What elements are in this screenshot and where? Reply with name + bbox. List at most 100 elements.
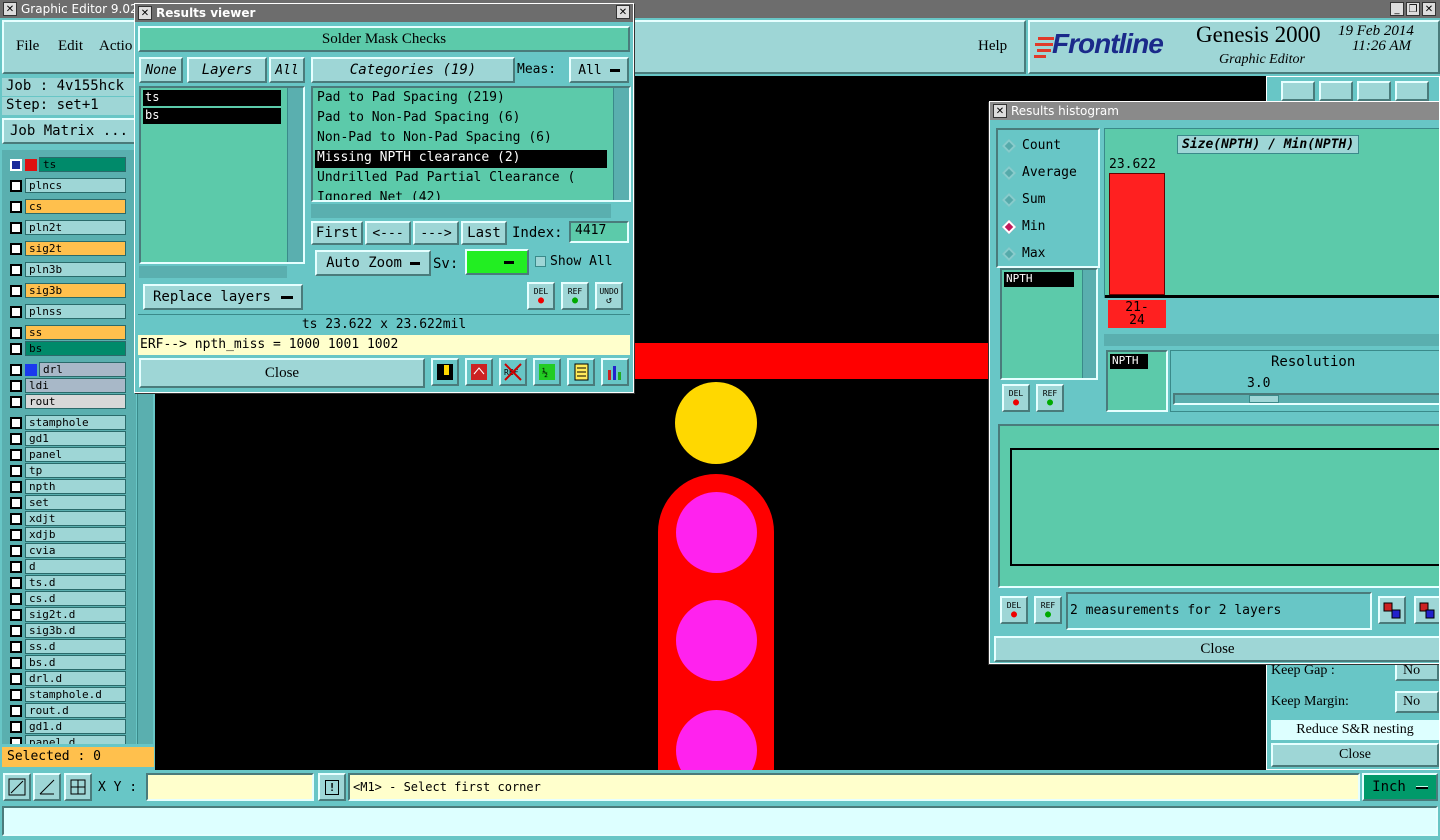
command-line[interactable]: [2, 806, 1438, 836]
chart-hscroll[interactable]: [1104, 334, 1439, 346]
layer-checkbox[interactable]: [10, 656, 22, 669]
result-layer-ts[interactable]: ts: [143, 90, 281, 106]
layer-checkbox[interactable]: [10, 342, 22, 355]
layer-row-sig2t[interactable]: sig2t: [10, 241, 126, 256]
category-item[interactable]: Missing NPTH clearance (2): [315, 150, 607, 168]
mode-radio-max[interactable]: Max: [998, 240, 1098, 267]
next-button[interactable]: --->: [413, 221, 459, 245]
export-icon-button[interactable]: [1378, 596, 1406, 624]
layer-row-ts[interactable]: ts: [10, 157, 126, 172]
hist-del-button[interactable]: DEL ●: [1002, 384, 1030, 412]
layer-row-drl-d[interactable]: drl.d: [10, 671, 126, 686]
ref-cancel-icon[interactable]: REF: [499, 358, 527, 386]
viewer-menu-icon[interactable]: ✕: [138, 6, 152, 20]
mode-radio-count[interactable]: Count: [998, 132, 1098, 159]
close-window-icon[interactable]: ✕: [1422, 2, 1436, 16]
keep-gap-dropdown[interactable]: No: [1395, 661, 1439, 681]
layer-row-pln2t[interactable]: pln2t: [10, 220, 126, 235]
category-item[interactable]: Pad to Non-Pad Spacing (6): [315, 110, 607, 128]
mode-radio-min[interactable]: Min: [998, 213, 1098, 240]
layer-listbox-scrollbar[interactable]: [287, 88, 303, 262]
layer-checkbox[interactable]: [10, 720, 22, 733]
export-icon-button-2[interactable]: [1414, 596, 1439, 624]
bar-chart-icon[interactable]: [601, 358, 629, 386]
layer-checkbox[interactable]: [10, 242, 22, 255]
units-dropdown[interactable]: Inch: [1362, 773, 1438, 801]
layer-checkbox[interactable]: [10, 305, 22, 318]
layer-row-sig3b[interactable]: sig3b: [10, 283, 126, 298]
layer-checkbox[interactable]: [10, 496, 22, 509]
layer-row-plnss[interactable]: plnss: [10, 304, 126, 319]
prev-button[interactable]: <---: [365, 221, 411, 245]
layer-row-set[interactable]: set: [10, 495, 126, 510]
category-item[interactable]: Undrilled Pad Partial Clearance (: [315, 170, 607, 188]
layer-row-ss[interactable]: ss: [10, 325, 126, 340]
layer-row-d[interactable]: d: [10, 559, 126, 574]
layer-row-drl[interactable]: drl: [10, 362, 126, 377]
layer-checkbox[interactable]: [10, 704, 22, 717]
category-item[interactable]: Non-Pad to Non-Pad Spacing (6): [315, 130, 607, 148]
index-input[interactable]: 4417: [569, 221, 629, 243]
layer-checkbox[interactable]: [10, 363, 22, 376]
histogram-menu-icon[interactable]: ✕: [993, 104, 1007, 118]
hist-ref-button[interactable]: REF ●: [1036, 384, 1064, 412]
undo-button[interactable]: UNDO ↺: [595, 282, 623, 310]
category-scrollbar[interactable]: [613, 88, 629, 200]
layer-listbox[interactable]: ts bs: [139, 86, 305, 264]
layer-row-stamphole[interactable]: stamphole: [10, 415, 126, 430]
category-hscroll[interactable]: [311, 204, 611, 218]
layer-checkbox[interactable]: [10, 528, 22, 541]
zoom-box-button[interactable]: [3, 773, 31, 801]
layer-checkbox[interactable]: [10, 624, 22, 637]
category-item[interactable]: Pad to Pad Spacing (219): [315, 90, 607, 108]
menu-actions[interactable]: Actio: [99, 38, 132, 55]
layer-row-npth[interactable]: npth: [10, 479, 126, 494]
resolution-layer-list[interactable]: NPTH: [1106, 350, 1168, 412]
layer-row-ldi[interactable]: ldi: [10, 378, 126, 393]
layer-row-tp[interactable]: tp: [10, 463, 126, 478]
xy-input[interactable]: [146, 773, 314, 801]
layer-checkbox[interactable]: [10, 221, 22, 234]
categories-button[interactable]: Categories (19): [311, 57, 515, 83]
layer-row-stamphole-d[interactable]: stamphole.d: [10, 687, 126, 702]
layer-row-pln3b[interactable]: pln3b: [10, 262, 126, 277]
layer-row-cs-d[interactable]: cs.d: [10, 591, 126, 606]
layer-row-bs-d[interactable]: bs.d: [10, 655, 126, 670]
layer-listbox-hscroll[interactable]: [139, 266, 287, 278]
layer-row-rout[interactable]: rout: [10, 394, 126, 409]
menu-file[interactable]: File: [16, 38, 39, 55]
side-tool-3[interactable]: [1357, 81, 1391, 101]
layer-checkbox[interactable]: [10, 512, 22, 525]
layers-title-button[interactable]: Layers: [187, 57, 267, 83]
viewer-close-button[interactable]: Close: [139, 358, 425, 388]
layer-checkbox[interactable]: [10, 576, 22, 589]
hist-layer-npth[interactable]: NPTH: [1004, 272, 1074, 287]
split-view-icon[interactable]: ½: [533, 358, 561, 386]
hist-layer-listbox[interactable]: NPTH: [1000, 268, 1098, 380]
measure-button[interactable]: [33, 773, 61, 801]
histogram-close-button[interactable]: Close: [994, 636, 1439, 662]
category-listbox[interactable]: Pad to Pad Spacing (219) Pad to Non-Pad S…: [311, 86, 631, 202]
layers-none-button[interactable]: None: [139, 57, 183, 83]
sv-color-dropdown[interactable]: [465, 249, 529, 275]
menu-help[interactable]: Help: [978, 38, 1007, 55]
show-all-checkbox[interactable]: Show All: [535, 254, 613, 269]
hist-ref-button-2[interactable]: REF ●: [1034, 596, 1062, 624]
layer-row-ss-d[interactable]: ss.d: [10, 639, 126, 654]
layer-checkbox[interactable]: [10, 432, 22, 445]
dispose-icon[interactable]: [465, 358, 493, 386]
close-icon[interactable]: ✕: [3, 2, 17, 16]
layer-checkbox[interactable]: [10, 480, 22, 493]
layer-row-panel-d[interactable]: panel.d: [10, 735, 126, 744]
layer-checkbox[interactable]: [10, 379, 22, 392]
auto-zoom-dropdown[interactable]: Auto Zoom: [315, 250, 431, 276]
resolution-layer-npth[interactable]: NPTH: [1110, 354, 1148, 369]
layer-checkbox[interactable]: [10, 560, 22, 573]
layer-checkbox[interactable]: [10, 736, 22, 744]
layer-checkbox[interactable]: [10, 416, 22, 429]
minimize-icon[interactable]: _: [1390, 2, 1404, 16]
last-button[interactable]: Last: [461, 221, 507, 245]
menu-edit[interactable]: Edit: [58, 38, 83, 55]
mode-radio-sum[interactable]: Sum: [998, 186, 1098, 213]
layer-row-rout-d[interactable]: rout.d: [10, 703, 126, 718]
